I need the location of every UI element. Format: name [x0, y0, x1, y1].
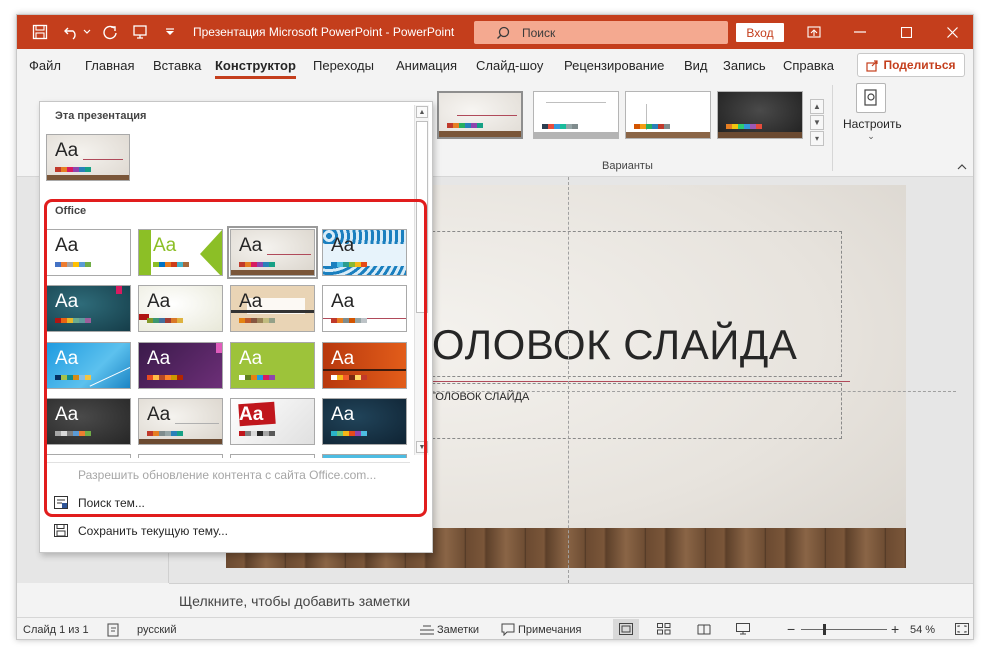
title-bar: Презентация Microsoft PowerPoint - Power… [17, 15, 973, 49]
tab-file[interactable]: Файл [29, 58, 61, 73]
ribbon-separator [832, 85, 833, 171]
slide-sorter-icon[interactable] [657, 623, 671, 638]
customize-icon [856, 83, 886, 113]
reading-view-icon[interactable] [697, 623, 711, 638]
sign-in-button[interactable]: Вход [736, 23, 784, 42]
accessibility-icon[interactable] [107, 623, 121, 639]
tab-transitions[interactable]: Переходы [313, 58, 374, 73]
ribbon-display-options-icon[interactable] [791, 15, 837, 49]
tab-record[interactable]: Запись [723, 58, 766, 73]
tab-insert[interactable]: Вставка [153, 58, 201, 73]
tab-animations[interactable]: Анимация [396, 58, 457, 73]
variants-scroll-up-icon[interactable]: ▲ [810, 99, 824, 114]
save-theme-icon [54, 524, 68, 537]
variant-4[interactable] [717, 91, 803, 139]
normal-view-icon [619, 623, 633, 635]
customize-qat-icon[interactable] [159, 21, 181, 43]
comments-icon [501, 623, 515, 639]
tab-home[interactable]: Главная [85, 58, 134, 73]
slide-title-text: ГОЛОВОК СЛАЙДА [411, 321, 798, 368]
ribbon-tabs: Файл Главная Вставка Конструктор Переход… [17, 49, 973, 81]
customize-chevron-icon: ⌄ [867, 131, 875, 141]
this-presentation-heading: Эта презентация [55, 110, 147, 122]
notes-toggle-button[interactable]: Заметки [437, 624, 479, 636]
variant-2[interactable] [533, 91, 619, 139]
language-indicator[interactable]: русский [137, 624, 176, 636]
title-underline [392, 381, 850, 382]
slideshow-view-icon[interactable] [736, 623, 750, 638]
normal-view-button[interactable] [613, 619, 639, 639]
collapse-ribbon-icon[interactable] [957, 161, 967, 173]
window-title: Презентация Microsoft PowerPoint - Power… [193, 25, 455, 39]
themes-gallery-dropdown: Эта презентация Aa ▲ ▼ Office Aa Aa Aa A… [39, 101, 433, 553]
save-current-theme-command[interactable]: Сохранить текущую тему... [78, 524, 228, 538]
share-button[interactable]: Поделиться [857, 53, 965, 77]
variant-1[interactable] [437, 91, 523, 139]
notes-placeholder: Щелкните, чтобы добавить заметки [179, 593, 411, 609]
gallery-scroll-up-icon[interactable]: ▲ [416, 106, 428, 118]
tab-help[interactable]: Справка [783, 58, 834, 73]
theme-preview-text: Aa [55, 140, 79, 161]
notes-icon [419, 623, 435, 638]
customize-button[interactable]: Настроить ⌄ [843, 83, 902, 153]
fit-to-window-icon[interactable] [955, 623, 969, 638]
vertical-guide[interactable] [568, 177, 569, 583]
variants-scroll-down-icon[interactable]: ▼ [810, 115, 824, 130]
comments-toggle-button[interactable]: Примечания [518, 624, 582, 636]
present-from-start-icon[interactable] [129, 21, 151, 43]
zoom-in-button[interactable]: + [891, 621, 899, 637]
maximize-icon[interactable] [883, 15, 929, 49]
redo-icon[interactable] [99, 21, 121, 43]
search-input[interactable]: Поиск [474, 21, 728, 44]
customize-label: Настроить [843, 117, 902, 131]
share-icon [866, 59, 879, 72]
slide-subtitle-text: ЗАГОЛОВОК СЛАЙДА [416, 391, 530, 403]
tab-design[interactable]: Конструктор [215, 58, 296, 79]
powerpoint-window: Презентация Microsoft PowerPoint - Power… [16, 14, 974, 640]
tab-view[interactable]: Вид [684, 58, 708, 73]
variants-group-label: Варианты [602, 160, 653, 172]
notes-pane[interactable]: Щелкните, чтобы добавить заметки [169, 583, 973, 617]
share-label: Поделиться [883, 58, 956, 72]
zoom-slider[interactable] [801, 629, 887, 630]
variants-more-icon[interactable]: ▾ [810, 131, 824, 146]
status-bar: Слайд 1 из 1 русский Заметки Примечания … [17, 617, 973, 639]
variant-3[interactable] [625, 91, 711, 139]
tab-slide-show[interactable]: Слайд-шоу [476, 58, 543, 73]
highlight-frame [44, 199, 427, 517]
theme-current[interactable]: Aa [46, 134, 130, 181]
minimize-icon[interactable] [837, 15, 883, 49]
undo-dropdown-icon[interactable] [81, 21, 93, 43]
zoom-out-button[interactable]: − [787, 621, 795, 637]
undo-icon[interactable] [61, 21, 83, 43]
zoom-percent[interactable]: 54 % [910, 624, 935, 636]
save-icon[interactable] [29, 21, 51, 43]
search-icon [497, 26, 510, 39]
close-icon[interactable] [929, 15, 973, 49]
slide-counter: Слайд 1 из 1 [23, 624, 89, 636]
tab-review[interactable]: Рецензирование [564, 58, 664, 73]
zoom-slider-thumb[interactable] [823, 624, 826, 635]
search-placeholder: Поиск [522, 25, 556, 40]
